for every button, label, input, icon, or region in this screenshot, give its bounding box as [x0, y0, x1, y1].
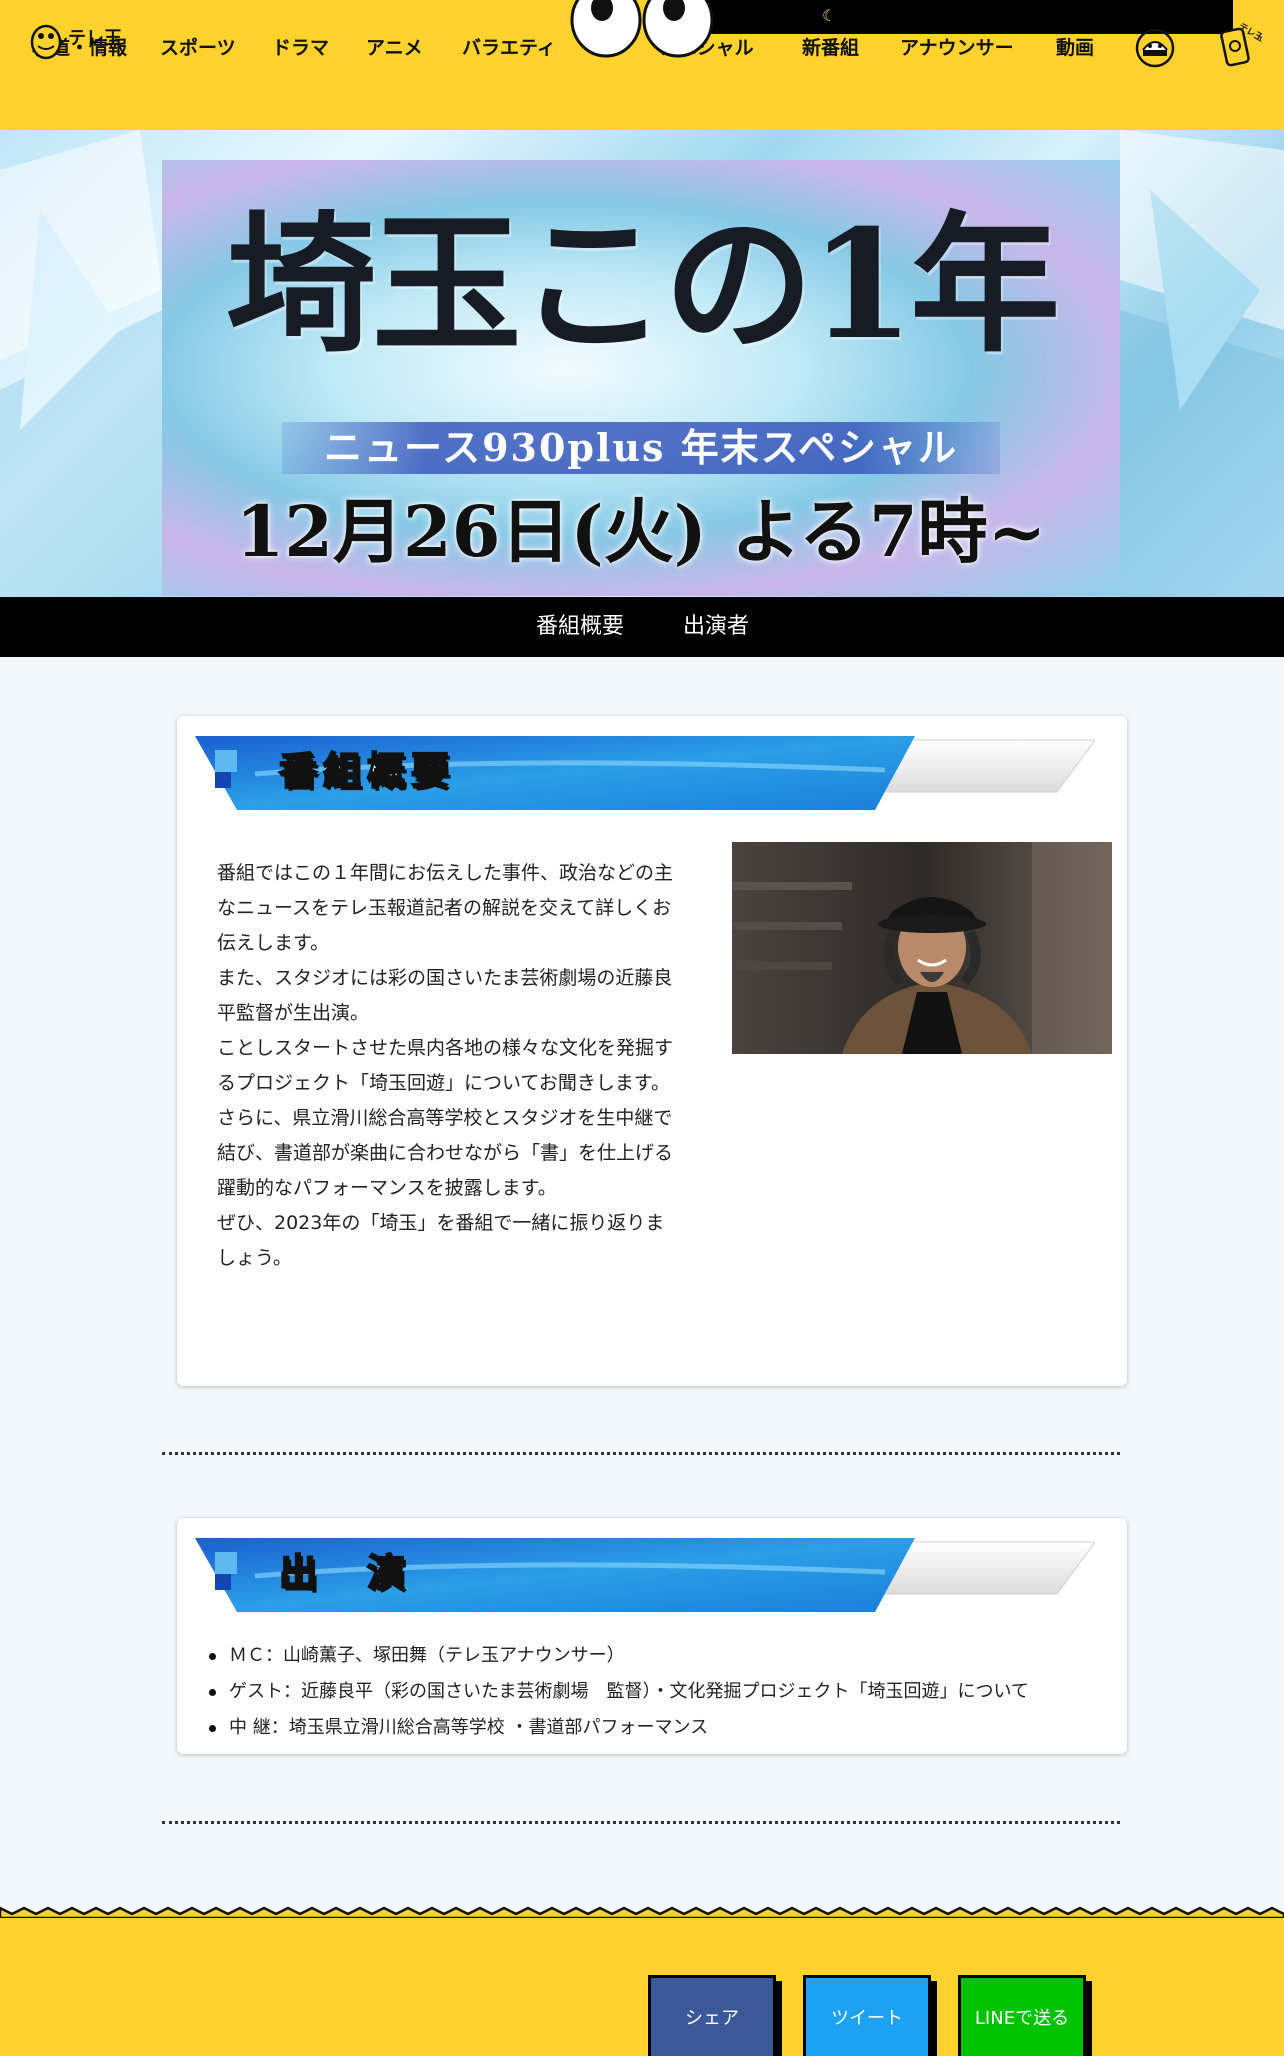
- anchor-link-overview[interactable]: 番組概要: [536, 597, 624, 657]
- cast-heading: 出 演: [278, 1550, 412, 1596]
- hero-key-visual: 埼玉この1年 ニュース930plus 年末スペシャル 12月26日(火) よる7…: [162, 160, 1120, 596]
- share-twitter-button[interactable]: ツイート: [803, 1975, 931, 2056]
- nav-item-anime[interactable]: アニメ: [366, 30, 423, 66]
- overview-paragraph: また、スタジオには彩の国さいたま芸術劇場の近藤良平監督が生出演。: [217, 967, 673, 1024]
- nav-item-drama[interactable]: ドラマ: [272, 30, 329, 66]
- overview-paragraph: ことしスタートさせた県内各地の様々な文化を発掘するプロジェクト「埼玉回遊」につい…: [217, 1037, 674, 1094]
- share-line-button[interactable]: LINEで送る: [958, 1975, 1086, 2056]
- overview-heading: 番組概要: [278, 748, 456, 794]
- section-divider: [162, 1821, 1120, 1824]
- cast-list-item: ゲスト：近藤良平（彩の国さいたま芸術劇場 監督）・文化発掘プロジェクト「埼玉回遊…: [209, 1674, 1089, 1710]
- hero-subtitle: ニュース930plus 年末スペシャル: [323, 425, 959, 470]
- overview-section: 番組概要 番組ではこの１年間にお伝えした事件、政治などの主なニュースをテレ玉報道…: [177, 716, 1127, 1386]
- overview-paragraph: さらに、県立滑川総合高等学校とスタジオを生中継で結び、書道部が楽曲に合わせながら…: [217, 1107, 674, 1199]
- cast-list: ＭＣ：山崎薫子、塚田舞（テレ玉アナウンサー） ゲスト：近藤良平（彩の国さいたま芸…: [209, 1638, 1089, 1746]
- mobile-icon[interactable]: テレ玉モバイル: [1212, 16, 1284, 67]
- nav-item-announcers[interactable]: アナウンサー: [900, 30, 1014, 66]
- site-footer: [0, 1906, 1284, 2056]
- cast-list-item: 中 継：埼玉県立滑川総合高等学校 ・書道部パフォーマンス: [209, 1710, 1089, 1746]
- hero-banner: 埼玉この1年 ニュース930plus 年末スペシャル 12月26日(火) よる7…: [0, 130, 1284, 598]
- egg-mascot-icon[interactable]: [1133, 26, 1177, 70]
- overview-paragraph: ぜひ、2023年の「埼玉」を番組で一緒に振り返りましょう。: [217, 1212, 665, 1269]
- tele-tama-logo-icon: テレ玉: [30, 24, 122, 60]
- hero-title: 埼玉この1年: [225, 197, 1060, 373]
- nav-item-videos[interactable]: 動画: [1056, 30, 1094, 66]
- svg-text:テレ玉: テレ玉: [68, 28, 122, 49]
- program-anchor-nav: 番組概要 出演者: [0, 597, 1284, 657]
- moon-icon: ☾: [822, 6, 837, 25]
- site-header: ☾ 報道・情報 スポーツ ドラマ アニメ バラエティ スペシャル 新番組 アナウ…: [0, 0, 1284, 150]
- footer-zigzag-edge: [0, 1906, 1284, 1918]
- section-divider: [162, 1452, 1120, 1455]
- nav-item-variety[interactable]: バラエティ: [462, 30, 556, 66]
- guest-photo: [732, 842, 1112, 1054]
- overview-paragraph: 番組ではこの１年間にお伝えした事件、政治などの主なニュースをテレ玉報道記者の解説…: [217, 862, 674, 954]
- cast-section: 出 演 ＭＣ：山崎薫子、塚田舞（テレ玉アナウンサー） ゲスト：近藤良平（彩の国さ…: [177, 1518, 1127, 1754]
- overview-body: 番組ではこの１年間にお伝えした事件、政治などの主なニュースをテレ玉報道記者の解説…: [217, 856, 682, 1276]
- site-logo[interactable]: テレ玉: [28, 14, 138, 64]
- nav-item-sports[interactable]: スポーツ: [160, 30, 236, 66]
- hero-broadcast-date: 12月26日(火) よる7時~: [235, 490, 1047, 573]
- share-facebook-button[interactable]: シェア: [648, 1975, 776, 2056]
- mascot-eyes-icon: [570, 0, 714, 58]
- cast-list-item: ＭＣ：山崎薫子、塚田舞（テレ玉アナウンサー）: [209, 1638, 1089, 1674]
- anchor-link-cast[interactable]: 出演者: [683, 597, 749, 657]
- nav-item-new-programs[interactable]: 新番組: [802, 30, 859, 66]
